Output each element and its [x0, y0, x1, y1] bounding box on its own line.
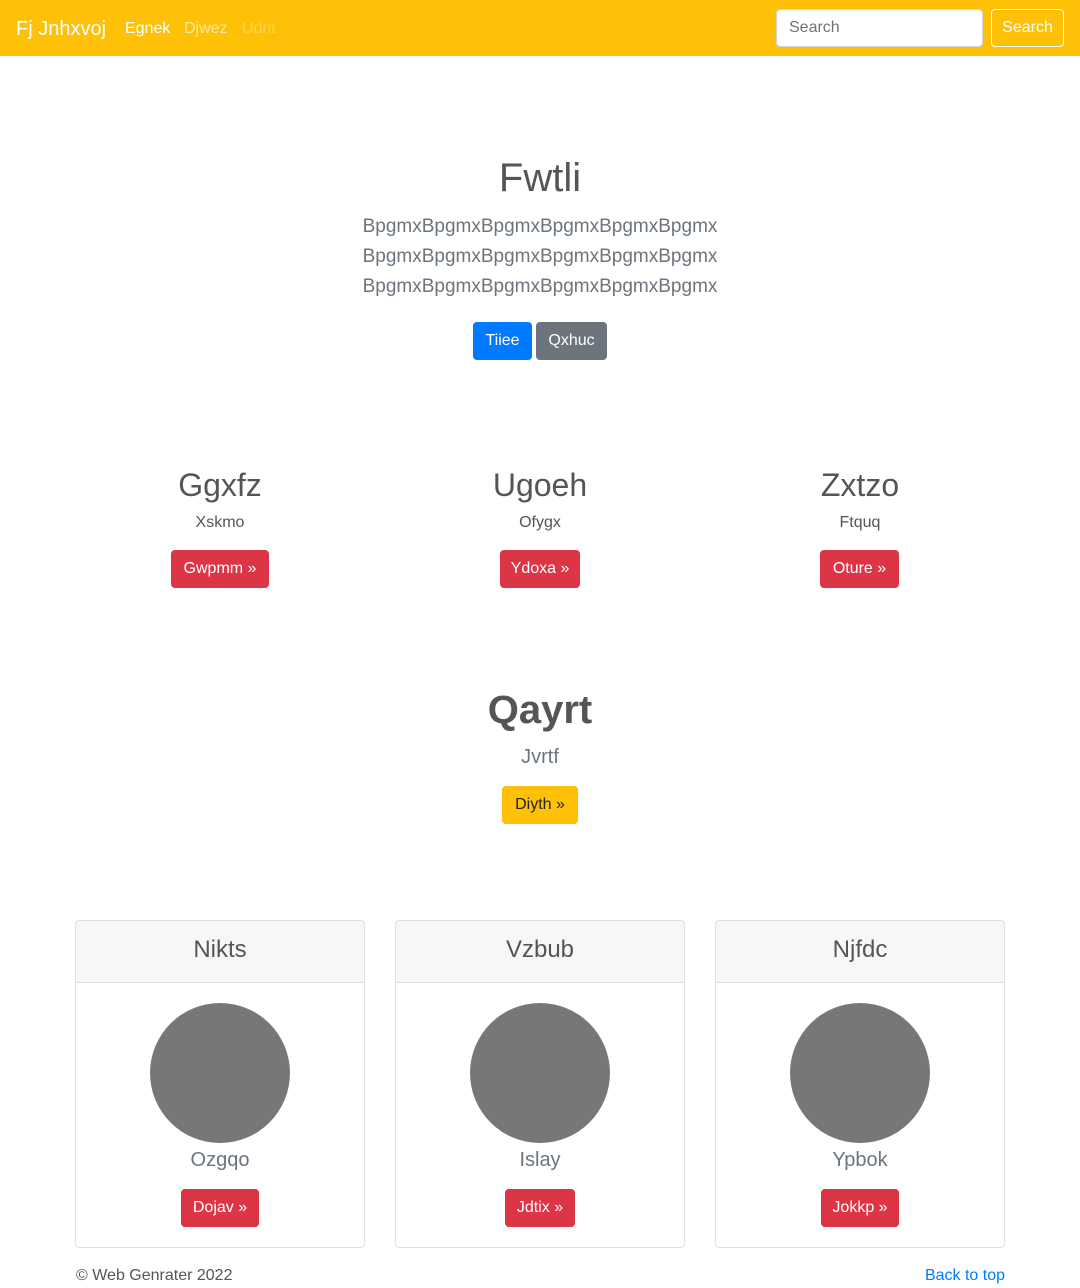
card-header: Vzbub: [396, 921, 684, 983]
navbar-brand[interactable]: Fj Jnhxvoj: [16, 17, 106, 41]
feature-button[interactable]: Diyth »: [502, 786, 578, 824]
column-title: Ggxfz: [178, 467, 262, 503]
search-button[interactable]: Search: [991, 9, 1064, 47]
card-header: Njfdc: [716, 921, 1004, 983]
column-button[interactable]: Ydoxa »: [500, 550, 580, 588]
column-text: Xskmo: [195, 514, 245, 531]
card: Nikts Ozgqo Dojav »: [75, 920, 365, 1248]
card-text: Ozgqo: [190, 1149, 250, 1171]
navbar: Fj Jnhxvoj Egnek Djwez Udrit Search: [0, 0, 1080, 56]
footer-copyright: © Web Genrater 2022: [76, 1267, 233, 1284]
card: Njfdc Ypbok Jokkp »: [715, 920, 1005, 1248]
column-title: Zxtzo: [820, 467, 900, 503]
feature-text: Jvrtf: [521, 746, 559, 768]
column-button[interactable]: Oture »: [820, 550, 899, 588]
column-title: Ugoeh: [492, 467, 588, 503]
avatar: [150, 1003, 290, 1143]
hero-primary-button[interactable]: Tiiee: [473, 322, 532, 360]
hero-title: Fwtli: [498, 156, 582, 200]
column-text: Ftquq: [839, 514, 881, 531]
feature-title: Qayrt: [487, 688, 593, 732]
hero-secondary-button[interactable]: Qxhuc: [536, 322, 607, 360]
hero-lead: BpgmxBpgmxBpgmxBpgmxBpgmxBpgmx BpgmxBpgm…: [362, 216, 718, 297]
card-button[interactable]: Dojav »: [181, 1189, 259, 1227]
column-text: Ofygx: [519, 514, 561, 531]
nav-link-udrit[interactable]: Udrit: [242, 19, 276, 39]
card: Vzbub Islay Jdtix »: [395, 920, 685, 1248]
back-to-top-link[interactable]: Back to top: [925, 1266, 1005, 1286]
search-input[interactable]: [776, 9, 983, 47]
nav-link-djwez[interactable]: Djwez: [184, 19, 228, 39]
card-button[interactable]: Jokkp »: [821, 1189, 899, 1227]
card-header: Nikts: [76, 921, 364, 983]
card-text: Ypbok: [832, 1149, 888, 1171]
column-button[interactable]: Gwpmm »: [171, 550, 269, 588]
avatar: [470, 1003, 610, 1143]
card-text: Islay: [519, 1149, 561, 1171]
avatar: [790, 1003, 930, 1143]
card-button[interactable]: Jdtix »: [505, 1189, 575, 1227]
nav-link-egnek[interactable]: Egnek: [125, 19, 170, 39]
